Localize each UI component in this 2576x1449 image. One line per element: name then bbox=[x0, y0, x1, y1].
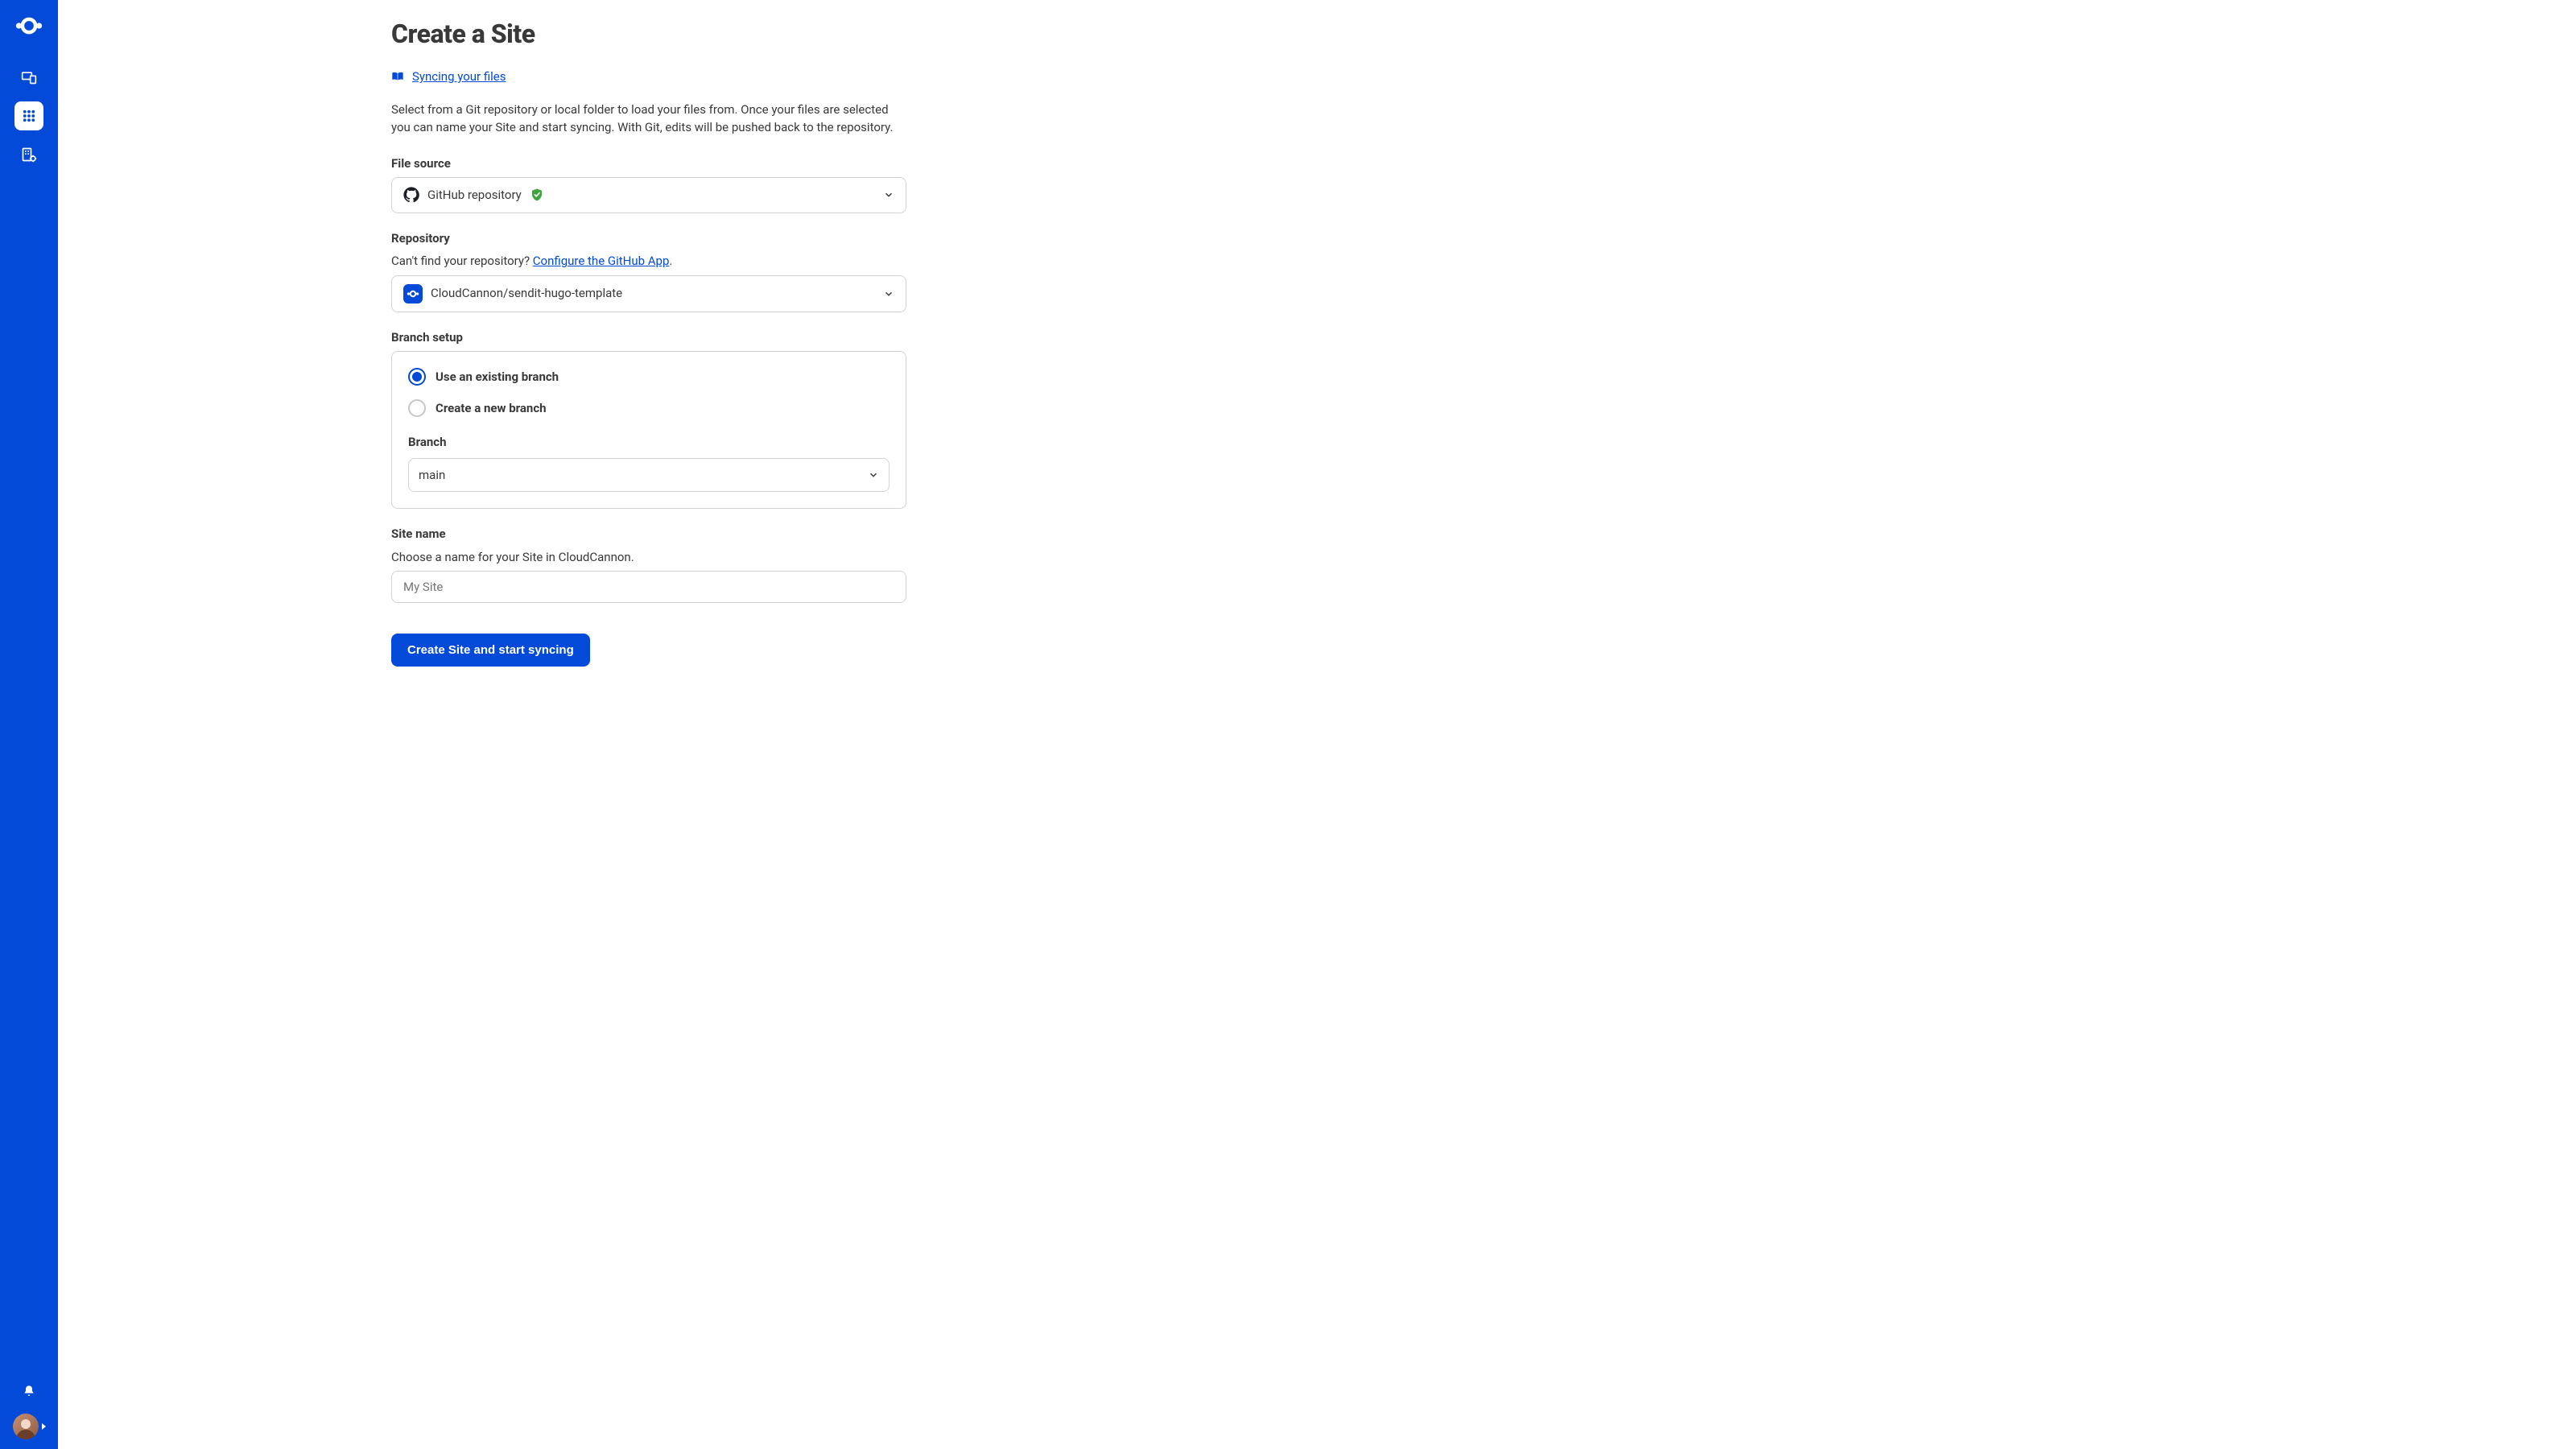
chevron-down-icon bbox=[883, 288, 894, 299]
repository-select[interactable]: CloudCannon/sendit-hugo-template bbox=[391, 275, 906, 312]
chevron-down-icon bbox=[883, 189, 894, 200]
notifications-icon[interactable] bbox=[14, 1377, 43, 1406]
repository-value: CloudCannon/sendit-hugo-template bbox=[431, 284, 622, 303]
radio-existing-branch[interactable]: Use an existing branch bbox=[408, 368, 890, 386]
cloudcannon-icon bbox=[403, 284, 423, 303]
intro-text: Select from a Git repository or local fo… bbox=[391, 101, 906, 137]
repository-label: Repository bbox=[391, 229, 906, 248]
nav-devices[interactable] bbox=[14, 63, 43, 92]
user-menu[interactable] bbox=[13, 1414, 46, 1439]
branch-setup-box: Use an existing branch Create a new bran… bbox=[391, 351, 906, 509]
page-title: Create a Site bbox=[391, 14, 906, 53]
nav-org-settings[interactable] bbox=[14, 140, 43, 169]
main-content: Create a Site Syncing your files Select … bbox=[58, 0, 2576, 1449]
site-name-label: Site name bbox=[391, 525, 906, 543]
sidebar bbox=[0, 0, 58, 1449]
book-icon bbox=[391, 71, 404, 82]
site-name-input[interactable] bbox=[391, 571, 906, 603]
branch-label: Branch bbox=[408, 433, 890, 452]
caret-right-icon bbox=[42, 1423, 46, 1430]
avatar bbox=[13, 1414, 39, 1439]
app-logo[interactable] bbox=[14, 11, 43, 40]
file-source-select[interactable]: GitHub repository bbox=[391, 177, 906, 213]
file-source-label: File source bbox=[391, 155, 906, 173]
file-source-value: GitHub repository bbox=[427, 186, 522, 204]
radio-new-branch[interactable]: Create a new branch bbox=[408, 399, 890, 418]
branch-select[interactable]: main bbox=[408, 458, 890, 493]
github-icon bbox=[403, 187, 419, 203]
doc-link-text[interactable]: Syncing your files bbox=[412, 68, 506, 86]
radio-icon bbox=[408, 399, 426, 417]
nav-apps[interactable] bbox=[14, 101, 43, 130]
branch-setup-label: Branch setup bbox=[391, 328, 906, 347]
doc-link[interactable]: Syncing your files bbox=[391, 68, 906, 86]
create-site-button[interactable]: Create Site and start syncing bbox=[391, 634, 590, 667]
site-name-help: Choose a name for your Site in CloudCann… bbox=[391, 548, 906, 567]
chevron-down-icon bbox=[868, 469, 879, 481]
radio-icon bbox=[408, 368, 426, 386]
verified-shield-icon bbox=[530, 188, 544, 202]
configure-github-link[interactable]: Configure the GitHub App bbox=[533, 254, 670, 268]
branch-value: main bbox=[419, 466, 445, 485]
repository-help: Can't find your repository? Configure th… bbox=[391, 252, 906, 270]
